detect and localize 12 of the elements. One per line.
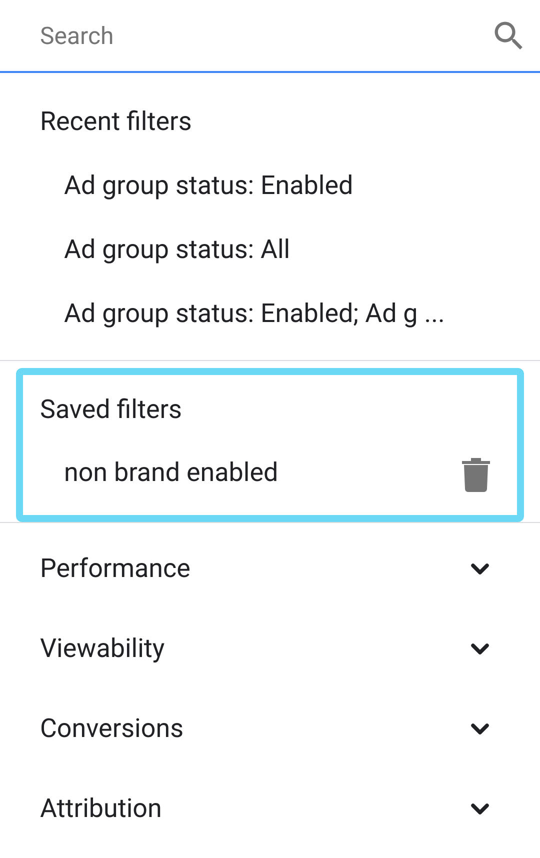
saved-filter-item[interactable]: non brand enabled — [64, 454, 461, 492]
accordion-header[interactable]: Performance — [0, 529, 540, 609]
accordion-header[interactable]: Viewability — [0, 609, 540, 689]
recent-filter-item[interactable]: Ad group status: All — [0, 218, 540, 282]
search-input[interactable]: Search — [40, 18, 490, 54]
recent-filter-item[interactable]: Ad group status: Enabled — [0, 154, 540, 218]
recent-filter-item[interactable]: Ad group status: Enabled; Ad g ... — [0, 282, 540, 346]
accordion-header[interactable]: Conversions — [0, 689, 540, 769]
search-field[interactable]: Search — [0, 0, 540, 73]
accordion-header[interactable]: Attribution — [0, 769, 540, 849]
section-title: Recent filters — [39, 106, 193, 138]
section-title: Saved filters — [39, 394, 183, 426]
